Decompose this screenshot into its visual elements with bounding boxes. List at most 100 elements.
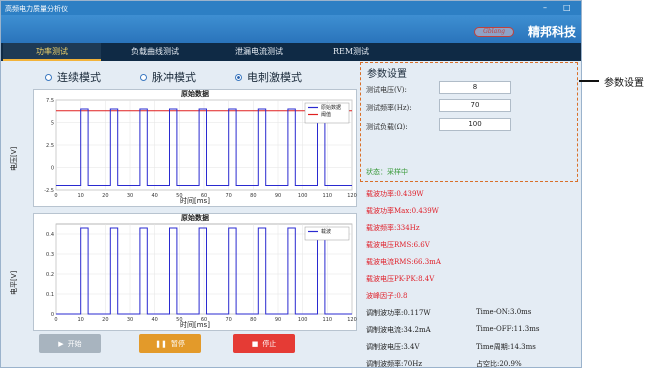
load-label: 测试负载(Ω): <box>366 123 408 131</box>
param-title: 参数设置 <box>367 69 407 80</box>
time-on: Time-ON:3.0ms <box>476 308 532 316</box>
tab-leakage[interactable]: 泄漏电流测试 <box>209 43 309 61</box>
play-icon: ▶ <box>58 339 64 348</box>
x-tick-label: 120 <box>347 317 357 323</box>
app-window: 高频电力质量分析仪 – □ Gblang 精邦科技 功率测试 负载曲线测试 泄漏… <box>0 0 582 368</box>
mode-stimulation[interactable]: 电刺激模式 <box>235 69 302 85</box>
load-input[interactable]: 100 <box>439 118 511 131</box>
annotation-label: 参数设置 <box>604 78 644 89</box>
tab-rem[interactable]: REM测试 <box>313 43 389 61</box>
y-tick-label: 0.2 <box>46 272 54 278</box>
y-tick-label: 0 <box>51 312 54 318</box>
annotation-line <box>579 80 599 82</box>
x-tick-label: 110 <box>323 193 333 199</box>
y-tick-label: 2.5 <box>46 143 54 149</box>
x-tick-label: 0 <box>54 193 57 199</box>
tab-power-test[interactable]: 功率测试 <box>3 43 101 61</box>
time-period: Time周期:14.3ms <box>476 343 536 351</box>
pause-button[interactable]: ❚❚ 暂停 <box>139 334 201 353</box>
x-tick-label: 90 <box>275 193 281 199</box>
voltage-input[interactable]: 8 <box>439 81 511 94</box>
mod-voltage: 调制波电压:3.4V <box>366 343 420 351</box>
y-axis-label: 电平[V] <box>10 270 18 295</box>
legend-label: 原始数据 <box>321 104 341 111</box>
time-off: Time-OFF:11.3ms <box>476 325 540 333</box>
radio-icon <box>140 73 147 81</box>
x-tick-label: 0 <box>54 317 57 323</box>
pause-icon: ❚❚ <box>155 339 167 348</box>
x-axis-label: 时间[ms] <box>180 197 210 205</box>
waveform-panel: 连续模式 脉冲模式 电刺激模式 原始数据 0 10 20 30 40 50 60 70 80 90… <box>7 63 357 363</box>
carrier-current-rms: 载波电流RMS:66.3mA <box>366 258 441 266</box>
mode-pulse[interactable]: 脉冲模式 <box>140 69 196 85</box>
radio-icon <box>45 73 52 81</box>
x-tick-label: 70 <box>225 193 231 199</box>
legend-label: 载波 <box>321 228 331 235</box>
x-tick-label: 10 <box>77 193 83 199</box>
x-axis-label: 时间[ms] <box>180 321 210 329</box>
duty-cycle: 占空比:20.9% <box>476 360 522 368</box>
x-tick-label: 20 <box>102 193 108 199</box>
voltage-chart: 原始数据 0 10 20 30 40 50 60 70 80 90 100 110 120 7.5 5 2.5… <box>33 89 357 207</box>
y-tick-label: 7.5 <box>46 98 54 104</box>
param-settings-box: 参数设置 测试电压(V): 8 测试频率(Hz): 70 测试负载(Ω): 10… <box>360 62 578 182</box>
carrier-power-max: 载波功率Max:0.439W <box>366 207 439 215</box>
y-tick-label: 0 <box>51 166 54 172</box>
status-text: 状态：采样中 <box>366 168 408 176</box>
mod-current: 调制波电流:34.2mA <box>366 326 431 334</box>
right-panel: 参数设置 测试电压(V): 8 测试频率(Hz): 70 测试负载(Ω): 10… <box>360 61 581 368</box>
pause-label: 暂停 <box>170 339 185 348</box>
x-tick-label: 80 <box>250 193 256 199</box>
x-tick-label: 120 <box>347 193 357 199</box>
mode-label: 电刺激模式 <box>247 71 302 84</box>
carrier-voltage-pkpk: 载波电压PK-PK:8.4V <box>366 275 435 283</box>
freq-label: 测试频率(Hz): <box>366 104 412 112</box>
mode-label: 连续模式 <box>57 71 101 84</box>
x-tick-label: 80 <box>250 317 256 323</box>
carrier-voltage-rms: 载波电压RMS:6.6V <box>366 241 430 249</box>
legend-label: 阈值 <box>321 111 331 118</box>
radio-selected-icon <box>235 73 242 81</box>
x-tick-label: 110 <box>323 317 333 323</box>
logo-icon: Gblang <box>474 27 514 37</box>
y-axis-label: 电压[V] <box>10 146 18 171</box>
y-tick-label: 5 <box>51 121 54 127</box>
level-chart-plot: 0 10 20 30 40 50 60 70 80 90 100 110 1200.40.30.20.1… <box>46 223 357 323</box>
brand-bar: Gblang 精邦科技 <box>1 15 581 43</box>
title-bar: 高频电力质量分析仪 – □ <box>1 1 581 15</box>
freq-input[interactable]: 70 <box>439 99 511 112</box>
brand-name: 精邦科技 <box>528 25 577 39</box>
stop-label: 停止 <box>262 339 277 348</box>
tab-load-curve[interactable]: 负载曲线测试 <box>105 43 205 61</box>
tab-bar: 功率测试 负载曲线测试 泄漏电流测试 REM测试 <box>1 43 581 61</box>
y-tick-label: 0.4 <box>46 232 54 238</box>
voltage-chart-plot: 0 10 20 30 40 50 60 70 80 90 100 110 1207.552.50-2.5… <box>44 98 357 199</box>
y-tick-label: 0.1 <box>46 292 54 298</box>
x-tick-label: 100 <box>298 193 308 199</box>
mod-power: 调制波功率:0.117W <box>366 309 431 317</box>
start-button[interactable]: ▶ 开始 <box>39 334 101 353</box>
y-tick-label: 0.3 <box>46 252 54 258</box>
x-tick-label: 10 <box>77 317 83 323</box>
x-tick-label: 30 <box>127 317 133 323</box>
y-tick-label: -2.5 <box>44 188 54 194</box>
x-tick-label: 100 <box>298 317 308 323</box>
stop-button[interactable]: ■ 停止 <box>233 334 295 353</box>
x-tick-label: 30 <box>127 193 133 199</box>
minimize-icon[interactable]: – <box>543 3 547 12</box>
x-tick-label: 70 <box>225 317 231 323</box>
x-tick-label: 40 <box>151 193 157 199</box>
x-tick-label: 90 <box>275 317 281 323</box>
level-chart: 原始数据 0 10 20 30 40 50 60 70 80 90 100 110 120 0.4 0.3 0… <box>33 213 357 331</box>
maximize-icon[interactable]: □ <box>563 3 571 12</box>
mode-label: 脉冲模式 <box>152 71 196 84</box>
mod-frequency: 调制波频率:70Hz <box>366 360 423 368</box>
start-label: 开始 <box>67 339 82 348</box>
crest-factor: 波峰因子:0.8 <box>366 292 408 300</box>
stop-icon: ■ <box>251 339 259 348</box>
carrier-power: 载波功率:0.439W <box>366 190 424 198</box>
mode-continuous[interactable]: 连续模式 <box>45 69 101 85</box>
x-tick-label: 20 <box>102 317 108 323</box>
x-tick-label: 40 <box>151 317 157 323</box>
window-title: 高频电力质量分析仪 <box>5 5 68 13</box>
